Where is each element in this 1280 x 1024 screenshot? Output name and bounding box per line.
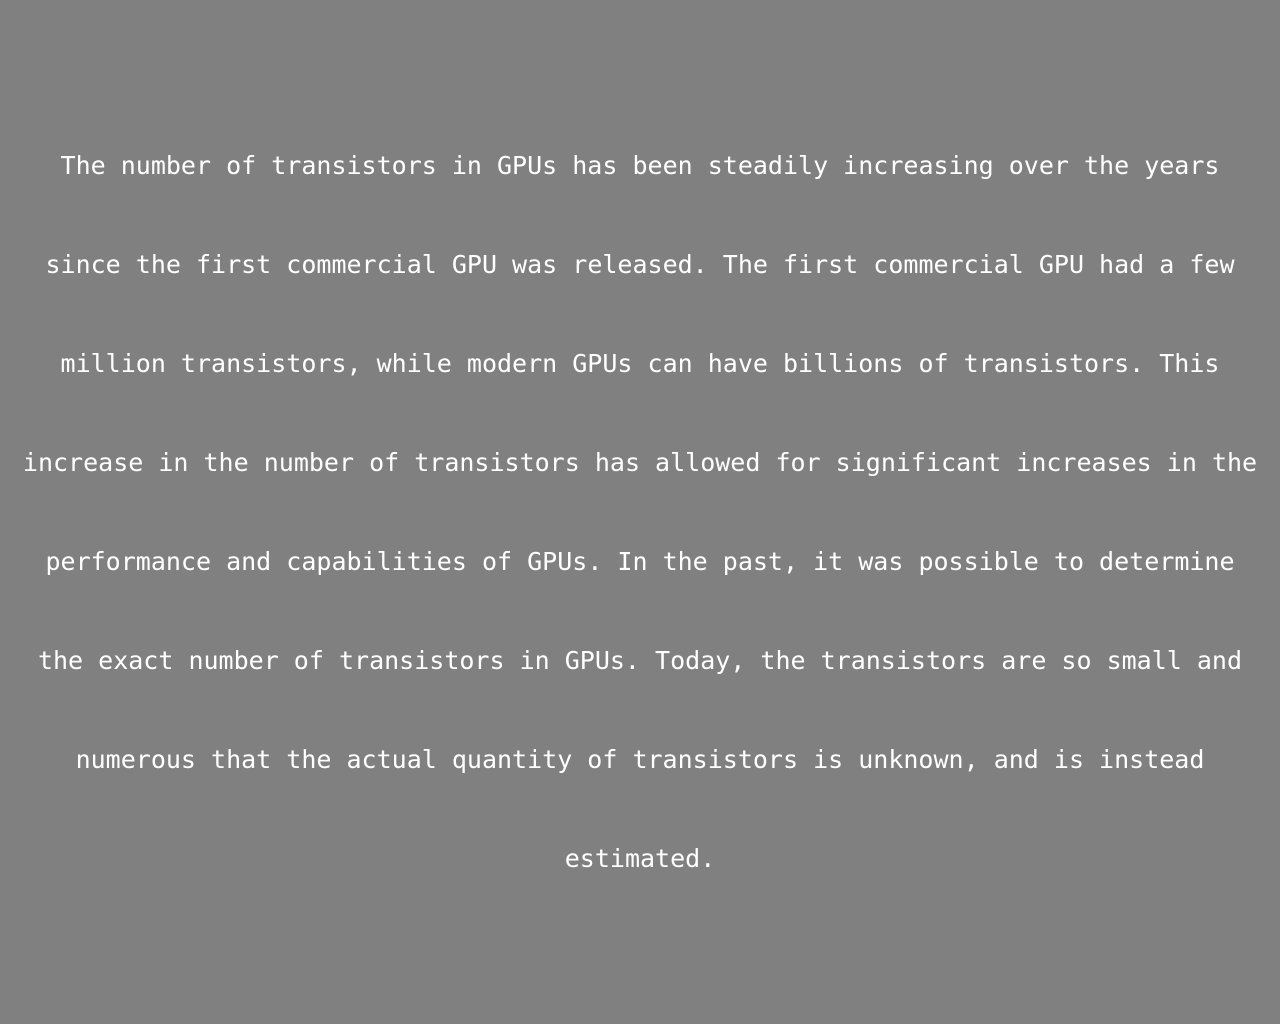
page: The number of transistors in GPUs has be… <box>0 0 1280 1024</box>
paragraph-line-7: numerous that the actual quantity of tra… <box>75 745 1205 774</box>
paragraph-line-3: million transistors, while modern GPUs c… <box>60 349 1220 378</box>
paragraph-line-4: increase in the number of transistors ha… <box>22 448 1258 477</box>
paragraph-line-6: the exact number of transistors in GPUs.… <box>37 646 1243 675</box>
paragraph-line-5: performance and capabilities of GPUs. In… <box>45 547 1235 576</box>
paragraph-line-8: estimated. <box>564 844 716 873</box>
paragraph-line-1: The number of transistors in GPUs has be… <box>60 151 1220 180</box>
paragraph: The number of transistors in GPUs has be… <box>0 116 1280 908</box>
paragraph-line-2: since the first commercial GPU was relea… <box>45 250 1235 279</box>
